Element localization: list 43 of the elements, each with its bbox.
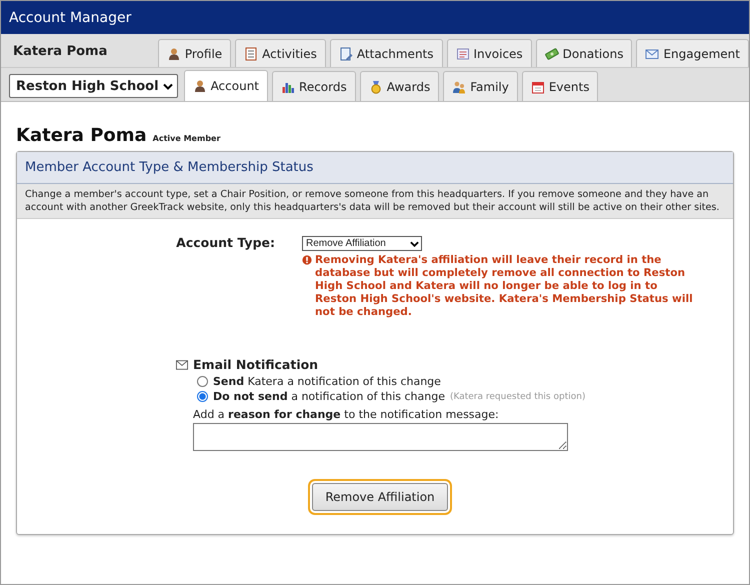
member-status: Active Member [152,134,220,143]
calendar-icon [530,80,545,94]
medal-icon [368,80,383,94]
invoice-icon [456,46,470,60]
caret-icon [162,82,173,90]
money-icon [544,46,559,60]
person-icon [192,79,207,93]
member-name: Katera Poma [13,43,108,59]
option-label[interactable]: Do not send a notification of this change [213,390,445,403]
list-icon [244,46,258,60]
radio-button[interactable] [197,376,208,387]
field-label: Account Type: [175,235,276,252]
chapter-dropdown[interactable]: Reston High School [9,74,178,98]
tab[interactable]: Awards [360,71,440,101]
field-label: Add a reason for change to the notification message: [193,408,500,421]
envelope-icon [645,46,660,60]
person-icon [166,46,181,60]
warning-message: Removing Katera's affiliation will leave their record in the database but will completely remove all connection to Reston High School and Katera will no longer be able to log in to Reston High School's website. Katera's Membership Status will not be changed. [315,254,694,319]
reason-field[interactable] [193,423,568,451]
section-title: Email Notification [193,357,318,372]
panel-title: Member Account Type & Membership Status [25,160,314,175]
caret-icon [410,240,419,246]
alert-icon [302,255,312,265]
tab[interactable]: Profile [158,39,232,67]
option-note: (Katera requested this option) [450,392,586,402]
people-icon [452,80,466,94]
tab[interactable]: Invoices [446,39,532,67]
tab[interactable]: Events [522,71,598,101]
envelope-icon [176,360,188,370]
member-heading: Katera Poma [16,125,147,146]
window-title: Account Manager [9,10,132,26]
document-icon [338,46,353,60]
description-text: Change a member's account type, set a Chair Position, or remove someone from this headquarters. If you remove someone and they have an account with another GreekTrack website, only this headquarters's data will be removed but their account will still be active on their other sites. [25,188,720,214]
tab[interactable]: Family [443,71,518,101]
tab[interactable]: Activities [235,39,326,67]
tab[interactable]: Account [184,70,268,101]
radio-button[interactable] [197,391,208,402]
tab[interactable]: Attachments [330,39,443,67]
tab[interactable]: Records [272,71,356,101]
tab[interactable]: Donations [536,39,632,67]
tab[interactable]: Engagement [636,39,749,67]
option-label[interactable]: Send Katera a notification of this change [213,375,441,388]
account-type-dropdown[interactable]: Remove Affiliation [302,236,422,251]
